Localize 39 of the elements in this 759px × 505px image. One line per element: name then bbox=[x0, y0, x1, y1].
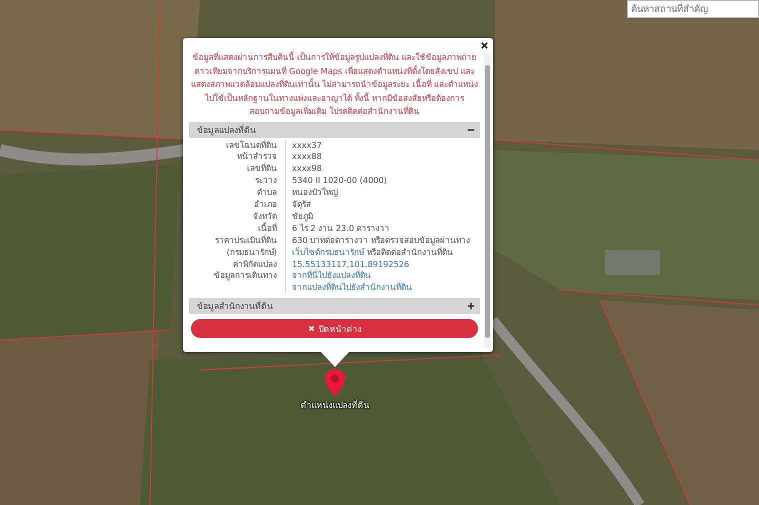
field-label: (กรมธนารักษ์) bbox=[226, 246, 277, 257]
field-value: xxxx98 bbox=[292, 163, 322, 176]
field-label: เนื้อที่ bbox=[258, 222, 277, 233]
field-label: เลขโฉนดที่ดิน bbox=[226, 140, 277, 150]
close-window-button[interactable]: ปิดหน้าต่าง bbox=[191, 319, 478, 338]
section-title: ข้อมูลแปลงที่ดิน bbox=[197, 123, 256, 136]
field-value: 630 บาทต่อตารางวา หรือตรวจสอบข้อมูลผ่านทาง bbox=[292, 234, 470, 246]
field-label: หน้าสำรวจ bbox=[237, 151, 277, 162]
info-link[interactable]: จากแปลงที่ดินไปยังสำนักงานที่ดิน bbox=[292, 282, 412, 294]
info-link[interactable]: จากที่นี่ไปยังแปลงที่ดิน bbox=[292, 270, 371, 282]
field-label: ค่าพิกัดแปลง bbox=[233, 258, 277, 269]
scrollbar[interactable] bbox=[484, 53, 491, 348]
info-link[interactable]: เว็บไซต์กรมธนารักษ์ bbox=[292, 246, 364, 259]
search-field[interactable]: ค้นหาสถานที่สำคัญ bbox=[627, 0, 759, 18]
field-label: จังหวัด bbox=[253, 210, 277, 221]
field-value: xxxx88 bbox=[292, 151, 322, 164]
field-value: หรือติดต่อสำนักงานที่ดิน bbox=[367, 246, 453, 259]
field-label: เลขที่ดิน bbox=[247, 163, 277, 174]
info-link[interactable]: 15.55133117,101.89192526 bbox=[292, 258, 410, 270]
section-header[interactable]: ข้อมูลสำนักงานที่ดิน bbox=[189, 298, 480, 314]
close-icon[interactable] bbox=[480, 41, 489, 50]
close-icon bbox=[308, 325, 314, 332]
field-value: 6 ไร่ 2 งาน 23.0 ตารางวา bbox=[292, 222, 390, 235]
section-header[interactable]: ข้อมูลแปลงที่ดิน bbox=[189, 122, 480, 138]
field-label: ระวาง bbox=[255, 175, 277, 186]
field-label: อำเภอ bbox=[254, 199, 277, 210]
plus-icon bbox=[467, 302, 475, 310]
field-label: ข้อมูลการเดินทาง bbox=[214, 270, 277, 280]
map-pin-icon[interactable] bbox=[324, 368, 346, 397]
disclaimer-text: ข้อมูลที่แสดงผ่านการสืบค้นนี้ เป็นการให้ข้อมูลรูปแปลงที่ดิน และใช้ข้อมูลภาพถ่ายดาวเทียมจากบริการแผนที่ Google Maps เพื่อแสดงตำแหน่งที่ตั้งโดยสังเขป และแสดงสภาพแวดล้อมแปลงที่ดินเท่านั้น ไม่สามารถนำข้อมูลระยะ เนื้อที่ และตำแหน่ง ไปใช้เป็นหลักฐานในทางแพ่งและอาญาได้ ทั้งนี้ หากมีข้อสงสัยหรือต้องการสอบถามข้อมูลเพิ่มเติม โปรดติดต่อสำนักงานที่ดิน bbox=[190, 51, 479, 118]
field-label: ตำบล bbox=[257, 187, 277, 198]
field-value: xxxx37 bbox=[292, 140, 322, 152]
field-value: 5340 II 1020-00 (4000) bbox=[292, 175, 387, 188]
field-value: จัตุรัส bbox=[292, 199, 311, 211]
field-label: ราคาประเมินที่ดิน bbox=[215, 234, 277, 245]
field-value: หนองบัวใหญ่ bbox=[292, 187, 338, 200]
section-title: ข้อมูลสำนักงานที่ดิน bbox=[197, 299, 273, 314]
marker-label: ตำแหน่งแปลงที่ดิน bbox=[300, 398, 370, 412]
field-value: ชัยภูมิ bbox=[292, 210, 313, 223]
